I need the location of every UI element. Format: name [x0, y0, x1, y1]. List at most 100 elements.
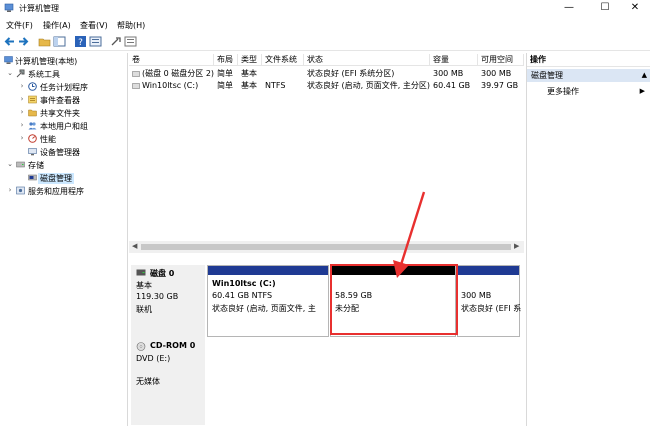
more-actions-label: 更多操作: [547, 87, 579, 96]
disk-0-name: 磁盘 0: [150, 269, 175, 278]
tree-item-device-manager[interactable]: 设备管理器: [18, 146, 128, 158]
performance-gauge-icon: [28, 134, 37, 143]
svg-text:?: ?: [78, 38, 83, 48]
partition-c[interactable]: Win10ltsc (C:) 60.41 GB NTFS 状态良好 (启动, 页…: [207, 265, 329, 337]
disk-0-info[interactable]: 磁盘 0 基本 119.30 GB 联机: [131, 265, 205, 337]
tree-item-services-apps[interactable]: › 服务和应用程序: [6, 185, 128, 197]
cell-layout: 简单: [217, 69, 233, 78]
tree-label: 计算机管理(本地): [15, 57, 78, 66]
column-header-volume[interactable]: 卷: [129, 54, 214, 66]
tree-item-performance[interactable]: › 性能: [18, 133, 128, 145]
cdrom-0-row: CD-ROM 0 DVD (E:) 无媒体: [131, 335, 521, 425]
title-bar: 计算机管理 — ☐ ✕: [0, 0, 650, 16]
collapse-up-icon[interactable]: ▲: [642, 69, 647, 82]
menu-bar: 文件(F) 操作(A) 查看(V) 帮助(H): [0, 18, 650, 32]
cell-layout: 简单: [217, 81, 233, 90]
storage-icon: [16, 161, 25, 168]
collapse-chevron-icon[interactable]: ⌄: [6, 160, 14, 168]
column-header-status[interactable]: 状态: [304, 54, 430, 66]
navigation-tree: 计算机管理(本地) ⌄ 系统工具 › 任务计划程序 › 事件查看器 › 共享文件…: [0, 53, 128, 426]
column-header-capacity[interactable]: 容量: [430, 54, 478, 66]
close-button[interactable]: ✕: [620, 0, 650, 16]
services-icon: [16, 186, 25, 195]
tree-item-storage[interactable]: ⌄ 存储: [6, 159, 128, 171]
show-hide-tree-icon[interactable]: [53, 35, 66, 48]
expand-chevron-icon[interactable]: ›: [6, 186, 14, 194]
column-header-type[interactable]: 类型: [238, 54, 262, 66]
actions-section-label: 磁盘管理: [531, 71, 563, 80]
shared-folder-icon: [28, 109, 37, 117]
primary-partition-bar: [458, 266, 519, 275]
tree-label: 性能: [40, 135, 56, 144]
computer-management-icon: [4, 3, 14, 12]
tree-label: 设备管理器: [40, 148, 80, 157]
expand-chevron-icon[interactable]: ›: [18, 134, 26, 142]
cell-filesystem: NTFS: [265, 81, 286, 90]
forward-arrow-icon[interactable]: [17, 35, 30, 48]
table-row[interactable]: (磁盘 0 磁盘分区 2) 简单 基本 状态良好 (EFI 系统分区) 300 …: [129, 68, 524, 80]
expand-chevron-icon[interactable]: ›: [18, 82, 26, 90]
back-arrow-icon[interactable]: [3, 35, 16, 48]
cell-status: 状态良好 (启动, 页面文件, 主分区): [307, 81, 430, 90]
tree-item-disk-management[interactable]: 磁盘管理: [18, 172, 128, 184]
expand-chevron-icon[interactable]: ›: [18, 121, 26, 129]
disk-0-status: 联机: [136, 305, 152, 314]
tree-item-task-scheduler[interactable]: › 任务计划程序: [18, 81, 128, 93]
expand-chevron-icon[interactable]: ›: [18, 95, 26, 103]
disk-0-type: 基本: [136, 281, 152, 290]
tree-label: 系统工具: [28, 70, 60, 79]
disk-0-size: 119.30 GB: [136, 292, 179, 301]
tree-label: 事件查看器: [40, 96, 80, 105]
horizontal-scrollbar[interactable]: ◀ ▶: [129, 241, 524, 253]
tree-item-shared-folders[interactable]: › 共享文件夹: [18, 107, 128, 119]
disk-0-row: 磁盘 0 基本 119.30 GB 联机 Win10ltsc (C:) 60.4…: [131, 265, 521, 337]
menu-help[interactable]: 帮助(H): [117, 20, 145, 31]
cell-status: 状态良好 (EFI 系统分区): [307, 69, 395, 78]
partition-efi[interactable]: 300 MB 状态良好 (EFI 系: [457, 265, 521, 337]
window-title: 计算机管理: [19, 4, 59, 13]
tree-item-local-users[interactable]: › 本地用户和组: [18, 120, 128, 132]
menu-file[interactable]: 文件(F): [6, 20, 33, 31]
help-icon[interactable]: ?: [74, 35, 87, 48]
cell-volume: (磁盘 0 磁盘分区 2): [142, 69, 214, 78]
partition-c-size: 60.41 GB NTFS: [212, 291, 273, 300]
minimize-button[interactable]: —: [554, 0, 584, 16]
column-header-free-space[interactable]: 可用空间: [478, 54, 524, 66]
more-actions-item[interactable]: 更多操作 ▶: [527, 85, 650, 98]
collapse-chevron-icon[interactable]: ⌄: [6, 69, 14, 77]
column-header-filesystem[interactable]: 文件系统: [262, 54, 304, 66]
annotation-arrow-icon: [393, 191, 426, 278]
menu-view[interactable]: 查看(V): [80, 20, 108, 31]
table-row[interactable]: Win10ltsc (C:) 简单 基本 NTFS 状态良好 (启动, 页面文件…: [129, 80, 524, 92]
tools-icon: [16, 69, 25, 78]
tree-label: 本地用户和组: [40, 122, 88, 131]
cdrom-0-info[interactable]: CD-ROM 0 DVD (E:) 无媒体: [131, 335, 205, 425]
list-view-icon[interactable]: [124, 35, 137, 48]
menu-action[interactable]: 操作(A): [43, 20, 71, 31]
actions-section-disk-management[interactable]: 磁盘管理 ▲: [527, 69, 650, 82]
cdrom-0-media: 无媒体: [136, 377, 160, 386]
efi-size: 300 MB: [461, 291, 492, 300]
column-header-layout[interactable]: 布局: [214, 54, 238, 66]
cell-capacity: 300 MB: [433, 69, 464, 78]
cell-filesystem: [262, 68, 304, 80]
tree-item-event-viewer[interactable]: › 事件查看器: [18, 94, 128, 106]
scroll-right-arrow-icon[interactable]: ▶: [514, 242, 519, 250]
scrollbar-thumb[interactable]: [141, 244, 511, 250]
cell-free-space: 39.97 GB: [481, 81, 519, 90]
cd-rom-icon: [136, 342, 146, 351]
expand-chevron-icon[interactable]: ›: [18, 108, 26, 116]
partition-c-title: Win10ltsc (C:): [212, 279, 276, 288]
submenu-arrow-icon: ▶: [639, 87, 645, 95]
maximize-button[interactable]: ☐: [590, 0, 620, 16]
up-folder-icon[interactable]: [38, 35, 51, 48]
scroll-left-arrow-icon[interactable]: ◀: [132, 242, 137, 250]
tree-item-root[interactable]: 计算机管理(本地): [0, 55, 128, 67]
tree-item-system-tools[interactable]: ⌄ 系统工具: [6, 68, 128, 80]
disk-graphical-view: 磁盘 0 基本 119.30 GB 联机 Win10ltsc (C:) 60.4…: [129, 257, 524, 426]
toolbar: ?: [0, 33, 650, 51]
properties-icon[interactable]: [89, 35, 102, 48]
connect-icon[interactable]: [110, 35, 123, 48]
event-log-icon: [28, 95, 37, 104]
tree-label: 磁盘管理: [38, 173, 74, 184]
